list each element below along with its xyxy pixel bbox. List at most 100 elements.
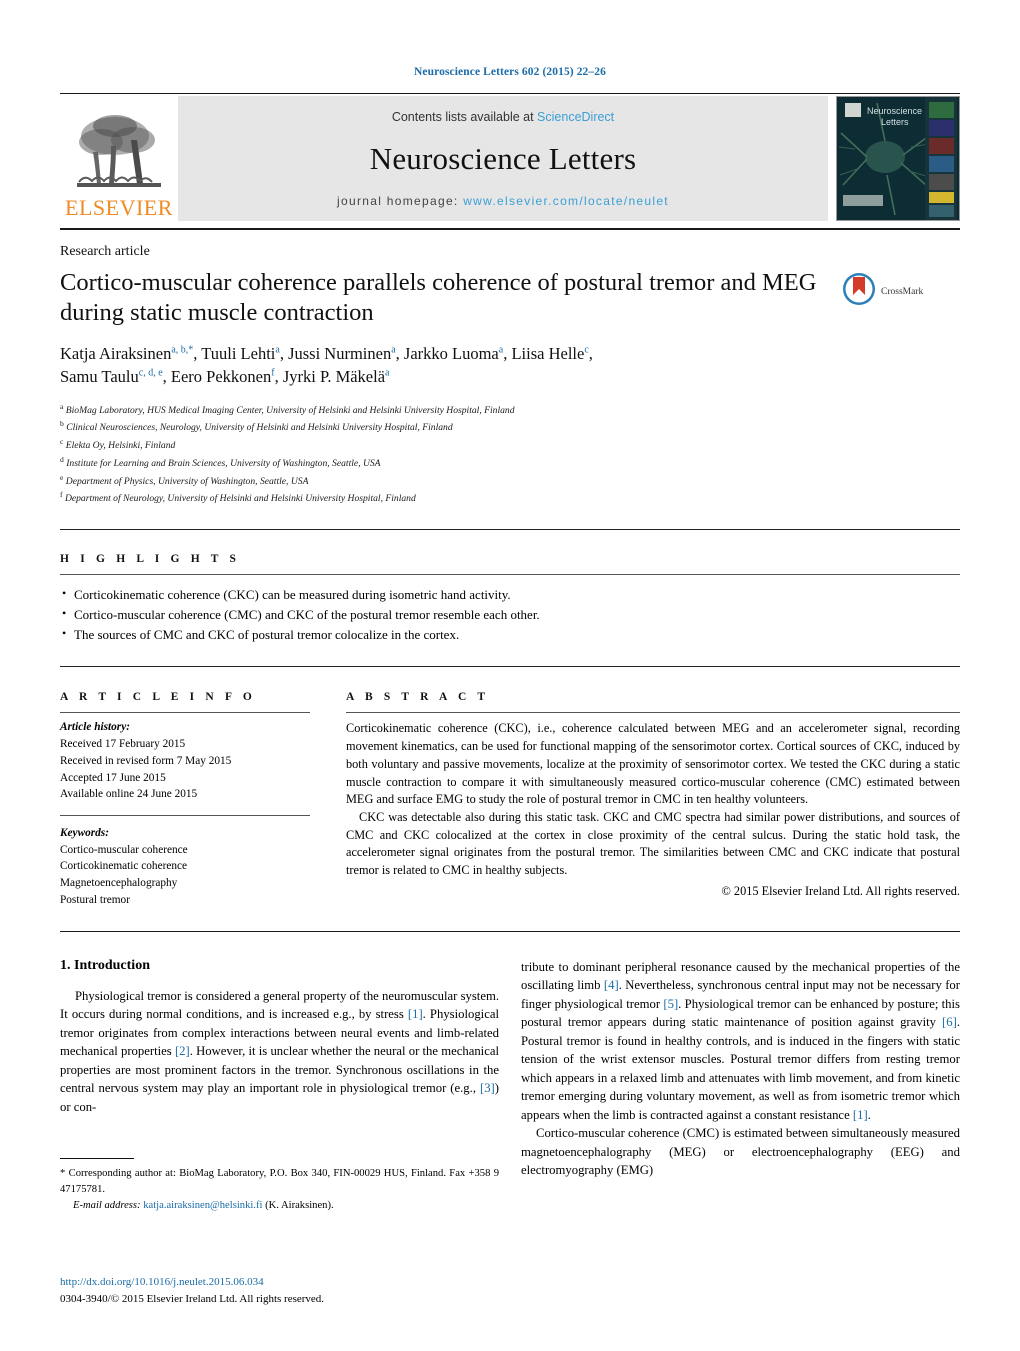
keyword-item: Corticokinematic coherence [60,860,188,873]
issn-copyright-line: 0304-3940/© 2015 Elsevier Ireland Ltd. A… [60,1292,325,1305]
masthead-bottom-rule [60,228,960,230]
corresponding-author-footnote: * Corresponding author at: BioMag Labora… [60,1166,499,1198]
list-item: Cortico-muscular coherence (CMC) and CKC… [60,604,960,625]
affiliation-text: Department of Physics, University of Was… [65,475,309,487]
affiliation-item: f Department of Neurology, University of… [60,489,960,507]
keywords-heading: Keywords: [60,827,109,840]
footnote-area: * Corresponding author at: BioMag Labora… [60,1158,499,1214]
history-item: Accepted 17 June 2015 [60,771,166,784]
affiliation-item: c Elekta Oy, Helsinki, Finland [60,436,960,454]
svg-text:Letters: Letters [881,117,909,127]
homepage-prefix: journal homepage: [337,194,464,208]
body-paragraph: tribute to dominant peripheral resonance… [521,958,960,1125]
sciencedirect-link[interactable]: ScienceDirect [537,110,614,124]
citation-ref[interactable]: [1] [408,1007,423,1021]
title-column: Cortico-muscular coherence parallels coh… [60,268,842,328]
contents-available-line: Contents lists available at ScienceDirec… [392,110,614,124]
author-name: , Tuuli Lehti [193,343,276,363]
article-type-label: Research article [60,244,150,259]
affiliation-text: BioMag Laboratory, HUS Medical Imaging C… [65,404,515,416]
article-history-block: Article history: Received 17 February 20… [60,713,310,803]
author-affil-marker: a [385,367,390,379]
highlights-section: H I G H L I G H T S Corticokinematic coh… [60,553,960,644]
author-name: , Liisa Helle [503,343,585,363]
section-heading-introduction: 1. Introduction [60,957,150,973]
citation-ref[interactable]: [2] [175,1044,190,1058]
elsevier-logo: ELSEVIER [60,96,178,221]
body-paragraph: Cortico-muscular coherence (CMC) is esti… [521,1126,960,1178]
article-info-label: A R T I C L E I N F O [60,691,256,704]
author-list: Katja Airaksinena, b,*, Tuuli Lehti a , Ju… [60,343,593,387]
highlights-label: H I G H L I G H T S [60,553,241,566]
info-abstract-row: A R T I C L E I N F O Article history: R… [60,691,960,908]
citation-ref[interactable]: [6] [942,1015,957,1029]
affiliation-text: Clinical Neurosciences, Neurology, Unive… [66,422,453,434]
history-item: Received in revised form 7 May 2015 [60,754,232,767]
keyword-item: Postural tremor [60,893,130,906]
author-name: Katja Airaksinen [60,343,172,363]
crossmark-label: CrossMark [881,286,924,297]
doi-link[interactable]: http://dx.doi.org/10.1016/j.neulet.2015.… [60,1274,324,1291]
citation-ref[interactable]: [4] [604,978,619,992]
journal-homepage-line: journal homepage: www.elsevier.com/locat… [337,194,669,208]
affiliation-list: a BioMag Laboratory, HUS Medical Imaging… [60,401,960,508]
email-link[interactable]: katja.airaksinen@helsinki.fi [143,1200,262,1211]
affiliation-text: Department of Neurology, University of H… [64,493,416,505]
list-item: The sources of CMC and CKC of postural t… [60,624,960,645]
affiliation-marker: e [60,472,64,482]
history-item: Received 17 February 2015 [60,738,186,751]
affiliation-item: a BioMag Laboratory, HUS Medical Imaging… [60,401,960,419]
elsevier-wordmark: ELSEVIER [65,195,173,220]
journal-article-page: Neuroscience Letters 602 (2015) 22–26 EL… [0,0,1020,1351]
highlights-list: Corticokinematic coherence (CKC) can be … [60,575,960,644]
author-name: , Jyrki P. Mäkelä [274,367,386,387]
abstract-paragraph: CKC was detectable also during this stat… [346,809,960,878]
journal-masthead: ELSEVIER Contents lists available at Sci… [60,96,960,221]
header-rule [60,93,960,94]
paragraph-text: . Postural tremor is found in healthy co… [521,1015,960,1122]
citation-ref[interactable]: [5] [663,997,678,1011]
author-affil-marker: c [584,344,589,356]
affiliation-marker: d [60,454,64,464]
page-title: Cortico-muscular coherence parallels coh… [60,269,817,326]
crossmark-icon [842,272,876,311]
info-top-rule [60,666,960,668]
keyword-item: Cortico-muscular coherence [60,843,188,856]
affiliation-text: Elekta Oy, Helsinki, Finland [65,440,176,452]
body-column-right: tribute to dominant peripheral resonance… [521,958,960,1214]
highlights-top-rule [60,529,960,531]
homepage-url-link[interactable]: www.elsevier.com/locate/neulet [463,194,669,208]
history-item: Available online 24 June 2015 [60,788,198,801]
affiliation-item: e Department of Physics, University of W… [60,472,960,490]
abstract-body: Corticokinematic coherence (CKC), i.e., … [346,713,960,900]
article-info-section: A R T I C L E I N F O Article history: R… [60,691,310,908]
affiliation-marker: c [60,437,64,447]
title-row: Cortico-muscular coherence parallels coh… [60,268,960,328]
affiliation-marker: b [60,419,64,429]
article-history-heading: Article history: [60,721,130,734]
paragraph-text: . [867,1107,871,1122]
footnote-text: Corresponding author at: BioMag Laborato… [60,1168,499,1196]
abstract-paragraph: Corticokinematic coherence (CKC), i.e., … [346,721,960,807]
citation-ref[interactable]: [1] [853,1108,868,1122]
footer-doi-block: http://dx.doi.org/10.1016/j.neulet.2015.… [60,1274,324,1307]
affiliation-marker: a [60,401,64,411]
crossmark-badge[interactable]: CrossMark [842,268,960,311]
author-name: , Jussi Nurminen [279,343,392,363]
body-columns: 1. Introduction Physiological tremor is … [60,958,960,1214]
affiliation-item: b Clinical Neurosciences, Neurology, Uni… [60,418,960,436]
author-name: Samu Taulu [60,367,139,387]
abstract-section: A B S T R A C T Corticokinematic coheren… [346,691,960,908]
contents-prefix: Contents lists available at [391,110,538,124]
email-footnote: E-mail address: katja.airaksinen@helsink… [60,1198,499,1214]
elsevier-tree-icon [71,112,167,196]
keywords-block: Keywords: Cortico-muscular coherence Cor… [60,815,310,909]
abstract-label: A B S T R A C T [346,691,490,704]
citation-ref[interactable]: [3] [480,1081,495,1095]
svg-text:Neuroscience: Neuroscience [867,106,922,116]
affiliation-item: d Institute for Learning and Brain Scien… [60,454,960,472]
author-affil-marker: a, b,* [171,344,194,356]
keyword-item: Magnetoencephalography [60,877,178,890]
author-name: , Jarkko Luoma [395,343,499,363]
email-owner: (K. Airaksinen). [265,1200,334,1212]
